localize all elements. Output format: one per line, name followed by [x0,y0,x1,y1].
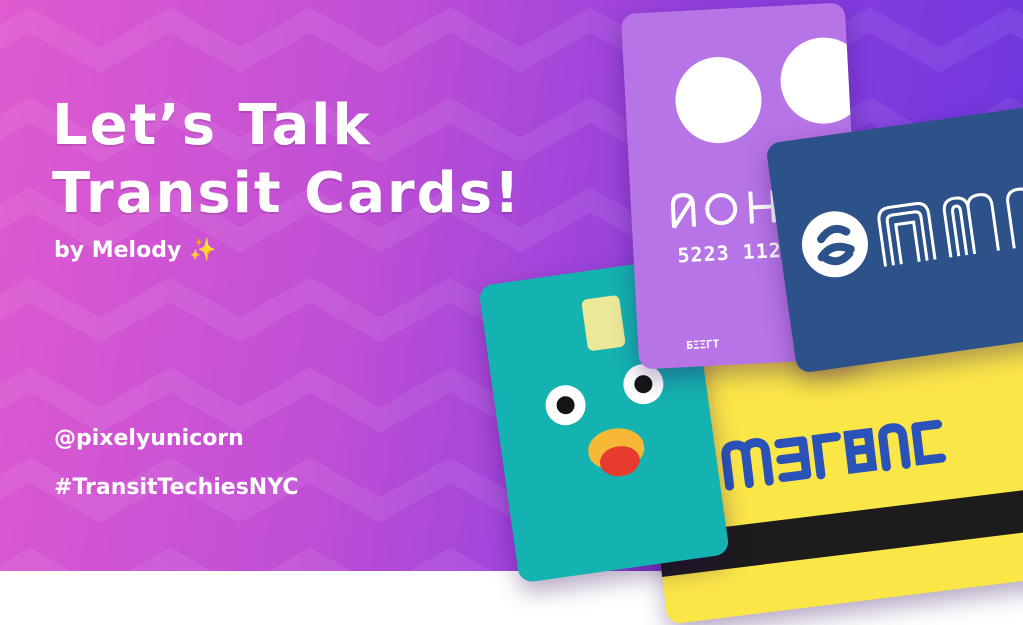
card-chip-icon [581,294,626,352]
card-small-text: БΞΞГТ [685,337,720,353]
hashtag: #TransitTechiesNYC [54,475,299,500]
swoosh-logo-icon [797,207,873,282]
twitter-handle: @pixelyunicorn [54,426,244,451]
yellow-card-logo [721,419,947,491]
title-line-2: Transit Cards! [52,161,522,226]
page-title: Let’s Talk Transit Cards! [52,92,522,228]
navy-card-logo [877,184,1023,267]
byline: by Melody ✨ [54,238,217,263]
card-number: 5223 1123 [676,237,796,268]
left-eye-icon [542,382,589,428]
circle-logo-icon [673,54,764,146]
navy-transit-card [765,102,1023,374]
title-line-1: Let’s Talk [52,93,372,158]
